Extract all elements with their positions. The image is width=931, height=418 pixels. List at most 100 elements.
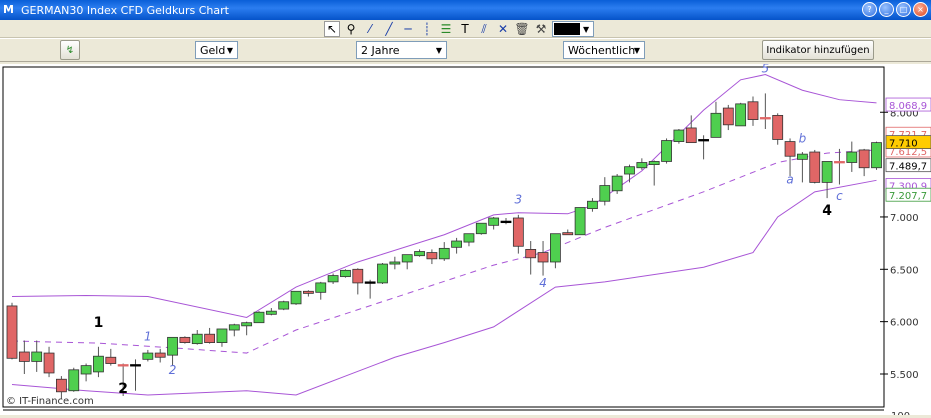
candle (340, 269, 351, 278)
candle-body (154, 352, 166, 358)
period-select[interactable]: 2 Jahre ▼ (356, 41, 447, 59)
trendline-icon[interactable]: ╱ (381, 21, 397, 37)
price-label: 7.710 (885, 135, 931, 150)
wave-annotation: 1 (94, 315, 104, 331)
candle-body (698, 139, 709, 142)
candle-body (31, 351, 43, 362)
candle-body (488, 217, 500, 226)
y-tick-label: 6.000 (890, 318, 919, 329)
zoom-icon[interactable]: ⚲ (343, 21, 359, 37)
price-label-text: 7.710 (889, 139, 918, 150)
indicator-icon[interactable]: ↯ (60, 40, 80, 60)
candle-body (722, 107, 734, 126)
y-tick-label: 7.000 (890, 213, 919, 224)
candle-body (673, 129, 685, 142)
candle-body (265, 310, 277, 315)
candle-body (599, 185, 611, 202)
vertical-line-icon[interactable]: ┊ (419, 21, 435, 37)
chart-settings-bar: ↯ Geld ▼ 2 Jahre ▼ Wöchentlich ▼ Indikator … (0, 38, 931, 62)
help-button[interactable]: ? (862, 2, 877, 17)
candle-body (278, 301, 290, 310)
color-picker[interactable]: ▼ (552, 21, 594, 37)
candle-body (858, 149, 870, 169)
wave-annotation: 3 (515, 192, 523, 206)
horizontal-line-icon[interactable]: ─ (400, 21, 416, 37)
candle-body (377, 263, 388, 284)
candle-body (56, 378, 67, 393)
candle-body (797, 153, 808, 160)
candle (673, 129, 685, 144)
candle-body (550, 233, 561, 263)
candle (68, 367, 80, 392)
period-value: 2 Jahre (361, 43, 400, 57)
price-type-value: Geld (200, 43, 226, 57)
candle-body (302, 290, 314, 294)
candle-body (537, 252, 549, 263)
candle-body (871, 142, 882, 169)
minimize-button[interactable]: _ (879, 2, 894, 17)
candle-body (574, 207, 586, 236)
wave-annotation: 1 (144, 329, 152, 343)
candle-body (204, 333, 216, 343)
candle-body (253, 311, 265, 324)
candle-body (636, 162, 648, 169)
candle-body (43, 352, 55, 374)
trash-icon[interactable]: 🗑 (514, 21, 530, 37)
wave-annotation: 5 (762, 64, 770, 75)
close-button[interactable]: × (913, 2, 928, 17)
tools-icon[interactable]: ⚒ (533, 21, 549, 37)
candle-body (685, 127, 697, 144)
y-tick-label: 6.500 (890, 265, 919, 276)
add-indicator-button[interactable]: Indikator hinzufügen (762, 40, 874, 60)
candle-body (587, 200, 598, 209)
candle-body (661, 140, 672, 162)
candle-body (611, 175, 623, 192)
candle-body (426, 252, 438, 260)
parallel-lines-icon[interactable]: ⫽ (476, 21, 492, 37)
price-type-select[interactable]: Geld ▼ (195, 41, 238, 59)
line-icon[interactable]: ⁄ (362, 21, 378, 37)
interval-select[interactable]: Wöchentlich ▼ (563, 41, 645, 59)
candle (278, 300, 290, 311)
candle-body (834, 161, 845, 164)
fibonacci-icon[interactable]: ☰ (438, 21, 454, 37)
candle-body (191, 333, 203, 345)
cross-icon[interactable]: ✕ (495, 21, 511, 37)
candle-body (352, 268, 364, 284)
chart-area[interactable]: 5.5006.0006.5007.0008.000123412345abc8.0… (0, 49, 931, 418)
candle (253, 311, 265, 324)
pointer-icon[interactable]: ↖ (324, 21, 340, 37)
wave-annotation: 4 (822, 203, 832, 219)
maximize-button[interactable]: □ (896, 2, 911, 17)
candle (735, 102, 747, 127)
candle-body (105, 356, 117, 364)
candle-body (821, 161, 833, 183)
candlestick-chart[interactable]: 5.5006.0006.5007.0008.000123412345abc8.0… (0, 49, 931, 418)
candle-body (389, 261, 401, 265)
candle-body (451, 240, 463, 248)
candle-body (463, 233, 475, 243)
candle-body (228, 324, 240, 331)
candle-body (117, 364, 129, 367)
wave-annotation: b (799, 132, 807, 146)
title-bar: M GERMAN30 Index CFD Geldkurs Chart ? _ … (0, 0, 931, 20)
price-label: 7.489,7 (885, 158, 931, 173)
chevron-down-icon: ▼ (435, 45, 442, 55)
candle (377, 263, 388, 284)
text-icon[interactable]: T (457, 21, 473, 37)
candle-body (340, 269, 351, 278)
candle (574, 207, 586, 236)
candle (290, 290, 302, 305)
candle-body (290, 290, 302, 305)
color-swatch (554, 23, 580, 35)
candle-body (401, 254, 413, 263)
candle-body (80, 365, 92, 375)
candle-body (6, 305, 18, 359)
candle-body (167, 336, 178, 356)
candle-body (68, 369, 80, 392)
candle-body (93, 355, 104, 373)
interval-value: Wöchentlich (568, 43, 636, 57)
candle-body (18, 351, 30, 362)
candle-body (500, 220, 512, 224)
candle-body (130, 364, 141, 367)
